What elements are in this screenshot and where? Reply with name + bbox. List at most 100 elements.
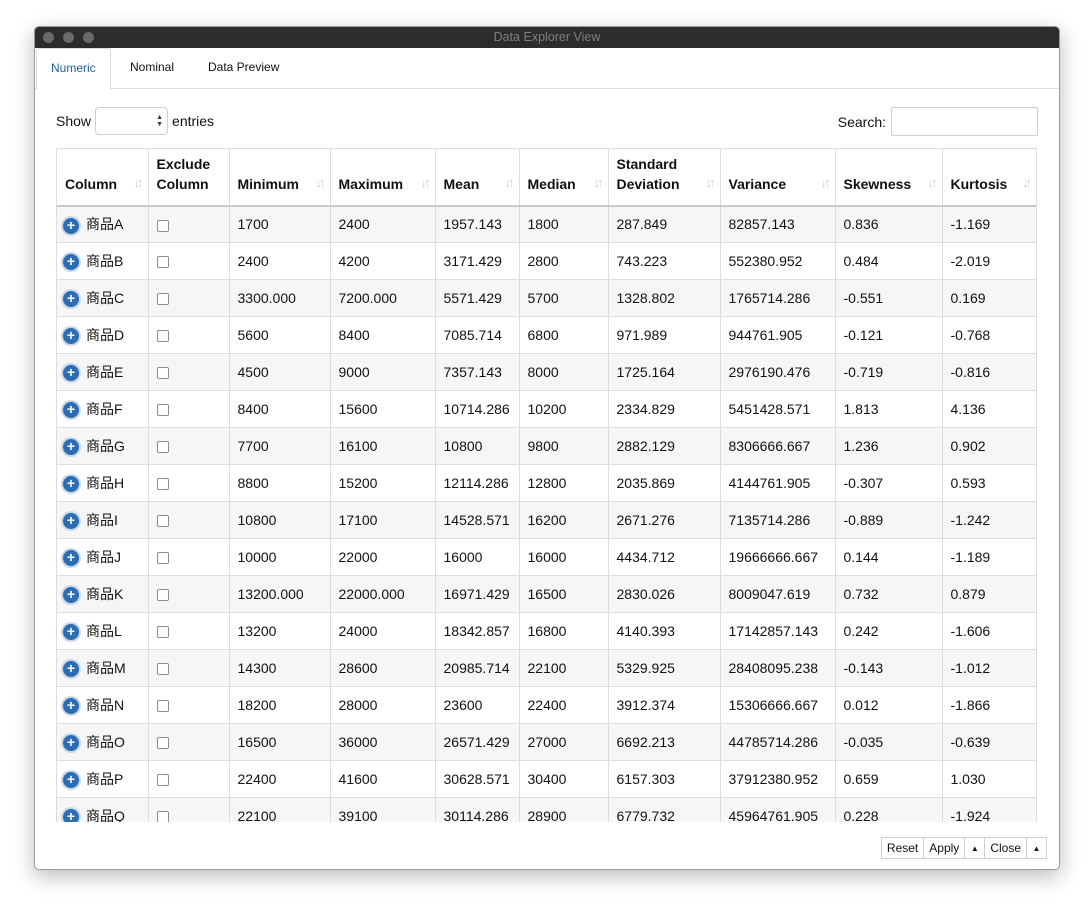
cell-exclude (148, 390, 230, 428)
table-row: + 商品L 13200 24000 18342.857 16800 4140.393 1714… (57, 612, 1036, 650)
apply-menu-caret-icon[interactable]: ▲ (964, 837, 986, 859)
apply-button[interactable]: Apply (923, 837, 966, 859)
table-cell: 5451428.571 (720, 390, 836, 428)
expand-row-icon[interactable]: + (63, 735, 79, 752)
expand-row-icon[interactable]: + (63, 587, 79, 604)
exclude-checkbox[interactable] (156, 626, 169, 639)
exclude-checkbox[interactable] (156, 478, 169, 491)
exclude-checkbox[interactable] (156, 404, 169, 417)
col-header-column[interactable]: Column ↓↑ (57, 148, 149, 207)
tab-data-preview[interactable]: Data Preview (194, 48, 293, 87)
column-name-text: 商品H (86, 475, 125, 491)
entries-label: entries (172, 113, 215, 129)
table-cell: 16971.429 (435, 575, 520, 613)
column-name-text: 商品F (86, 401, 123, 417)
stats-table-container[interactable]: Column ↓↑ Exclude Column Minimum ↓↑ Maximu… (56, 148, 1037, 822)
table-cell: 7200.000 (330, 279, 436, 317)
close-menu-caret-icon[interactable]: ▲ (1026, 837, 1047, 859)
expand-row-icon[interactable]: + (63, 476, 79, 493)
table-cell: 14300 (229, 649, 331, 687)
search-input[interactable] (891, 107, 1038, 136)
table-cell: 28000 (330, 686, 436, 724)
table-cell: 944761.905 (720, 316, 836, 354)
col-header-skewness[interactable]: Skewness ↓↑ (835, 148, 943, 207)
expand-row-icon[interactable]: + (63, 254, 79, 271)
cell-column-name: + 商品K (57, 575, 149, 613)
cell-column-name: + 商品G (57, 427, 149, 465)
exclude-checkbox[interactable] (156, 737, 169, 750)
cell-exclude (148, 538, 230, 576)
exclude-checkbox[interactable] (156, 811, 169, 822)
exclude-checkbox[interactable] (156, 256, 169, 269)
expand-row-icon[interactable]: + (63, 328, 79, 345)
column-name-text: 商品E (86, 364, 124, 380)
cell-column-name: + 商品I (57, 501, 149, 539)
tab-numeric[interactable]: Numeric (36, 48, 111, 90)
expand-row-icon[interactable]: + (63, 661, 79, 678)
expand-row-icon[interactable]: + (63, 550, 79, 567)
exclude-checkbox[interactable] (156, 663, 169, 676)
cell-column-name: + 商品Q (57, 797, 149, 822)
col-header-std[interactable]: Standard Deviation ↓↑ (608, 148, 721, 207)
expand-row-icon[interactable]: + (63, 772, 79, 789)
col-header-variance[interactable]: Variance ↓↑ (720, 148, 836, 207)
cell-exclude (148, 205, 230, 243)
exclude-checkbox[interactable] (156, 293, 169, 306)
table-cell: 6800 (519, 316, 609, 354)
table-cell: 14528.571 (435, 501, 520, 539)
table-cell: 22400 (519, 686, 609, 724)
reset-button[interactable]: Reset (880, 837, 925, 859)
table-row: + 商品B 2400 4200 3171.429 2800 743.223 552380.95… (57, 242, 1036, 280)
exclude-checkbox[interactable] (156, 367, 169, 380)
column-name-text: 商品I (86, 512, 118, 528)
cell-exclude (148, 464, 230, 502)
expand-row-icon[interactable]: + (63, 809, 79, 822)
table-cell: 12114.286 (435, 464, 520, 502)
table-cell: 22400 (229, 760, 331, 798)
exclude-checkbox[interactable] (156, 552, 169, 565)
column-name-text: 商品K (86, 586, 124, 602)
expand-row-icon[interactable]: + (63, 217, 79, 234)
exclude-checkbox[interactable] (156, 515, 169, 528)
close-button[interactable]: Close (984, 837, 1027, 859)
expand-row-icon[interactable]: + (63, 365, 79, 382)
table-cell: -2.019 (942, 242, 1036, 280)
tab-nominal[interactable]: Nominal (116, 48, 188, 87)
table-cell: 13200 (229, 612, 331, 650)
table-cell: 0.836 (835, 205, 943, 243)
exclude-checkbox[interactable] (156, 219, 169, 232)
expand-row-icon[interactable]: + (63, 402, 79, 419)
table-cell: 4500 (229, 353, 331, 391)
expand-row-icon[interactable]: + (63, 698, 79, 715)
expand-row-icon[interactable]: + (63, 624, 79, 641)
table-header-row: Column ↓↑ Exclude Column Minimum ↓↑ Maximu… (57, 148, 1036, 207)
col-header-median[interactable]: Median ↓↑ (519, 148, 609, 207)
entries-select[interactable]: ▲ ▼ (95, 107, 169, 135)
table-cell: 4144761.905 (720, 464, 836, 502)
exclude-checkbox[interactable] (156, 700, 169, 713)
col-header-exclude[interactable]: Exclude Column (148, 148, 230, 207)
col-header-kurtosis[interactable]: Kurtosis ↓↑ (942, 148, 1036, 207)
col-header-minimum[interactable]: Minimum ↓↑ (229, 148, 331, 207)
col-header-maximum[interactable]: Maximum ↓↑ (330, 148, 436, 207)
table-cell: -1.866 (942, 686, 1036, 724)
table-cell: 5600 (229, 316, 331, 354)
expand-row-icon[interactable]: + (63, 291, 79, 308)
cell-column-name: + 商品B (57, 242, 149, 280)
cell-exclude (148, 427, 230, 465)
expand-row-icon[interactable]: + (63, 513, 79, 530)
exclude-checkbox[interactable] (156, 441, 169, 454)
exclude-checkbox[interactable] (156, 330, 169, 343)
exclude-checkbox[interactable] (156, 774, 169, 787)
table-row: + 商品M 14300 28600 20985.714 22100 5329.925 2840… (57, 649, 1036, 687)
table-cell: 18200 (229, 686, 331, 724)
table-cell: 0.902 (942, 427, 1036, 465)
table-cell: -0.816 (942, 353, 1036, 391)
show-entries-control: Show ▲ ▼ entries (56, 107, 214, 135)
cell-column-name: + 商品L (57, 612, 149, 650)
table-cell: 30114.286 (435, 797, 520, 822)
col-header-mean[interactable]: Mean ↓↑ (435, 148, 520, 207)
exclude-checkbox[interactable] (156, 589, 169, 602)
table-cell: 8009047.619 (720, 575, 836, 613)
expand-row-icon[interactable]: + (63, 439, 79, 456)
